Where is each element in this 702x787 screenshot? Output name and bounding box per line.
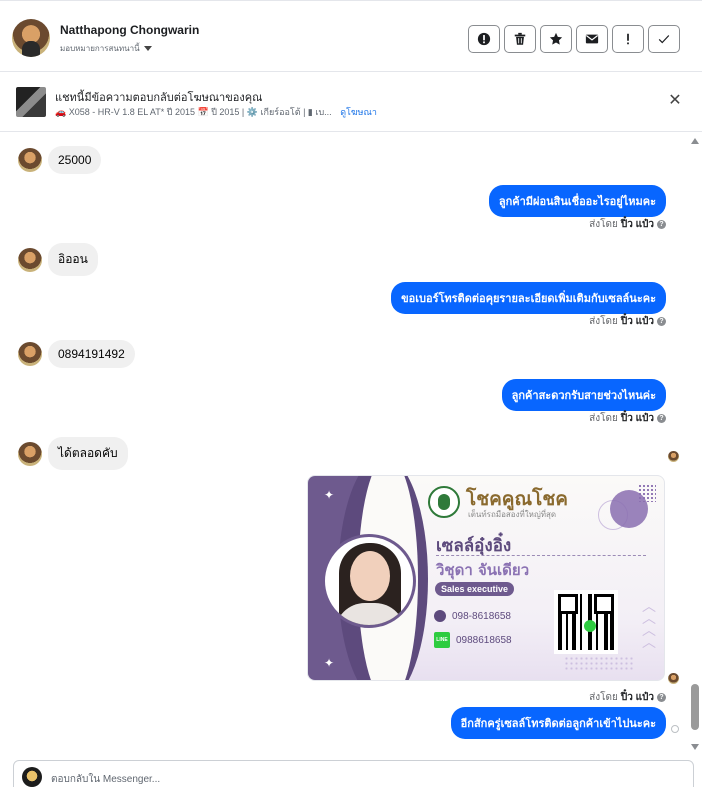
incoming-message: อิออน <box>18 243 98 276</box>
card-phone: 098-8618658 <box>434 610 511 622</box>
info-icon[interactable]: ? <box>657 693 666 702</box>
card-dots-decoration <box>564 656 634 672</box>
view-ad-link[interactable]: ดูโฆษณา <box>340 107 377 117</box>
outgoing-message[interactable]: อีกสักครู่เซลล์โทรติดต่อลูกค้าเข้าไปนะคะ <box>450 707 666 739</box>
trash-icon <box>514 32 526 45</box>
alert-circle-icon <box>477 32 491 46</box>
contact-avatar-small <box>18 441 42 466</box>
sparkle-icon: ✦ <box>324 488 335 502</box>
brand-logo <box>428 486 460 518</box>
scroll-down-arrow-icon[interactable] <box>691 744 699 750</box>
sent-by-label: ส่งโดย ปิ๋ว แป๋ว ? <box>589 314 666 329</box>
exclamation-icon <box>627 33 629 45</box>
outgoing-message[interactable]: ลูกค้าสะดวกรับสายช่วงไหนค่ะ <box>501 379 666 411</box>
ad-details-text: 🚗 X058 - HR-V 1.8 EL AT* ปี 2015 📅 ปี 20… <box>55 107 332 117</box>
ad-thumbnail[interactable] <box>16 87 46 117</box>
sparkle-icon: ✦ <box>324 656 335 670</box>
delete-button[interactable] <box>504 25 536 53</box>
conversation-header: Natthapong Chongwarin มอบหมายการสนทนานี้ <box>0 0 702 72</box>
mark-unread-button[interactable] <box>576 25 608 53</box>
sent-by-label: ส่งโดย ปิ๋ว แป๋ว ? <box>589 217 666 232</box>
contact-name[interactable]: Natthapong Chongwarin <box>60 23 199 37</box>
caret-down-icon <box>143 46 152 51</box>
outgoing-message[interactable]: ขอเบอร์โทรติดต่อคุยรายละเอียดเพิ่มเติมกั… <box>391 282 666 314</box>
reply-placeholder: ตอบกลับใน Messenger... <box>51 774 161 785</box>
card-divider <box>436 555 646 556</box>
ad-reply-banner: แชทนี้มีข้อความตอบกลับต่อโฆษณาของคุณ 🚗 X… <box>0 72 702 132</box>
page-avatar <box>22 767 42 787</box>
scroll-thumb[interactable] <box>691 684 699 730</box>
sent-status-icon <box>671 725 679 733</box>
card-full-name: วิชุดา จันเดียว <box>436 561 530 579</box>
conversation-actions <box>468 25 680 53</box>
info-icon[interactable]: ? <box>657 317 666 326</box>
contact-avatar-small <box>18 342 42 366</box>
outgoing-message[interactable]: ลูกค้ามีผ่อนสินเชื่ออะไรอยู่ไหมคะ <box>488 185 666 217</box>
follow-up-button[interactable] <box>612 25 644 53</box>
envelope-icon <box>585 34 599 44</box>
info-icon[interactable]: ? <box>657 220 666 229</box>
ad-banner-title: แชทนี้มีข้อความตอบกลับต่อโฆษณาของคุณ <box>55 92 263 104</box>
sent-by-label: ส่งโดย ปิ๋ว แป๋ว ? <box>589 690 666 705</box>
message-bubble[interactable]: 0894191492 <box>48 340 135 368</box>
incoming-message: ได้ตลอดคับ <box>18 437 128 470</box>
card-role: Sales executive <box>435 582 515 596</box>
sales-photo <box>322 534 416 628</box>
chat-scrollbar[interactable] <box>690 138 700 750</box>
info-icon[interactable]: ? <box>657 414 666 423</box>
contact-avatar-small <box>18 247 42 272</box>
assign-conversation-dropdown[interactable]: มอบหมายการสนทนานี้ <box>60 42 152 55</box>
message-bubble[interactable]: อิออน <box>48 243 98 276</box>
check-icon <box>658 35 670 44</box>
incoming-message: 25000 <box>18 146 102 174</box>
close-icon[interactable]: ✕ <box>668 93 682 109</box>
contact-avatar[interactable] <box>12 19 50 57</box>
phone-icon <box>434 610 446 622</box>
scroll-up-arrow-icon[interactable] <box>691 138 699 144</box>
mark-done-button[interactable] <box>648 25 680 53</box>
business-card-image[interactable]: ✦ ✦ โชคคูณโชค เต็นท์รถมือสองที่ใหญ่ที่สุ… <box>307 475 665 681</box>
qr-code <box>554 590 618 654</box>
assign-label: มอบหมายการสนทนานี้ <box>60 44 140 53</box>
contact-avatar-small <box>18 148 42 172</box>
sent-by-label: ส่งโดย ปิ๋ว แป๋ว ? <box>589 411 666 426</box>
star-button[interactable] <box>540 25 572 53</box>
card-slogan: เต็นท์รถมือสองที่ใหญ่ที่สุด <box>468 510 557 519</box>
card-dots-decoration <box>638 484 656 502</box>
message-thread: 25000 ลูกค้ามีผ่อนสินเชื่ออะไรอยู่ไหมคะ … <box>0 132 702 752</box>
spam-button[interactable] <box>468 25 500 53</box>
message-bubble[interactable]: 25000 <box>48 146 102 174</box>
star-icon <box>549 32 563 45</box>
reply-input[interactable]: ตอบกลับใน Messenger... <box>13 760 694 787</box>
ad-details: 🚗 X058 - HR-V 1.8 EL AT* ปี 2015 📅 ปี 20… <box>55 105 377 119</box>
chevron-up-icon: ︿ ︿ ︿ ︿ <box>642 598 656 650</box>
incoming-message: 0894191492 <box>18 340 135 368</box>
line-app-icon: LINE <box>434 632 450 648</box>
message-bubble[interactable]: ได้ตลอดคับ <box>48 437 128 470</box>
card-line: LINE 0988618658 <box>434 632 512 648</box>
seen-avatar <box>668 451 679 462</box>
seen-avatar <box>668 673 679 684</box>
